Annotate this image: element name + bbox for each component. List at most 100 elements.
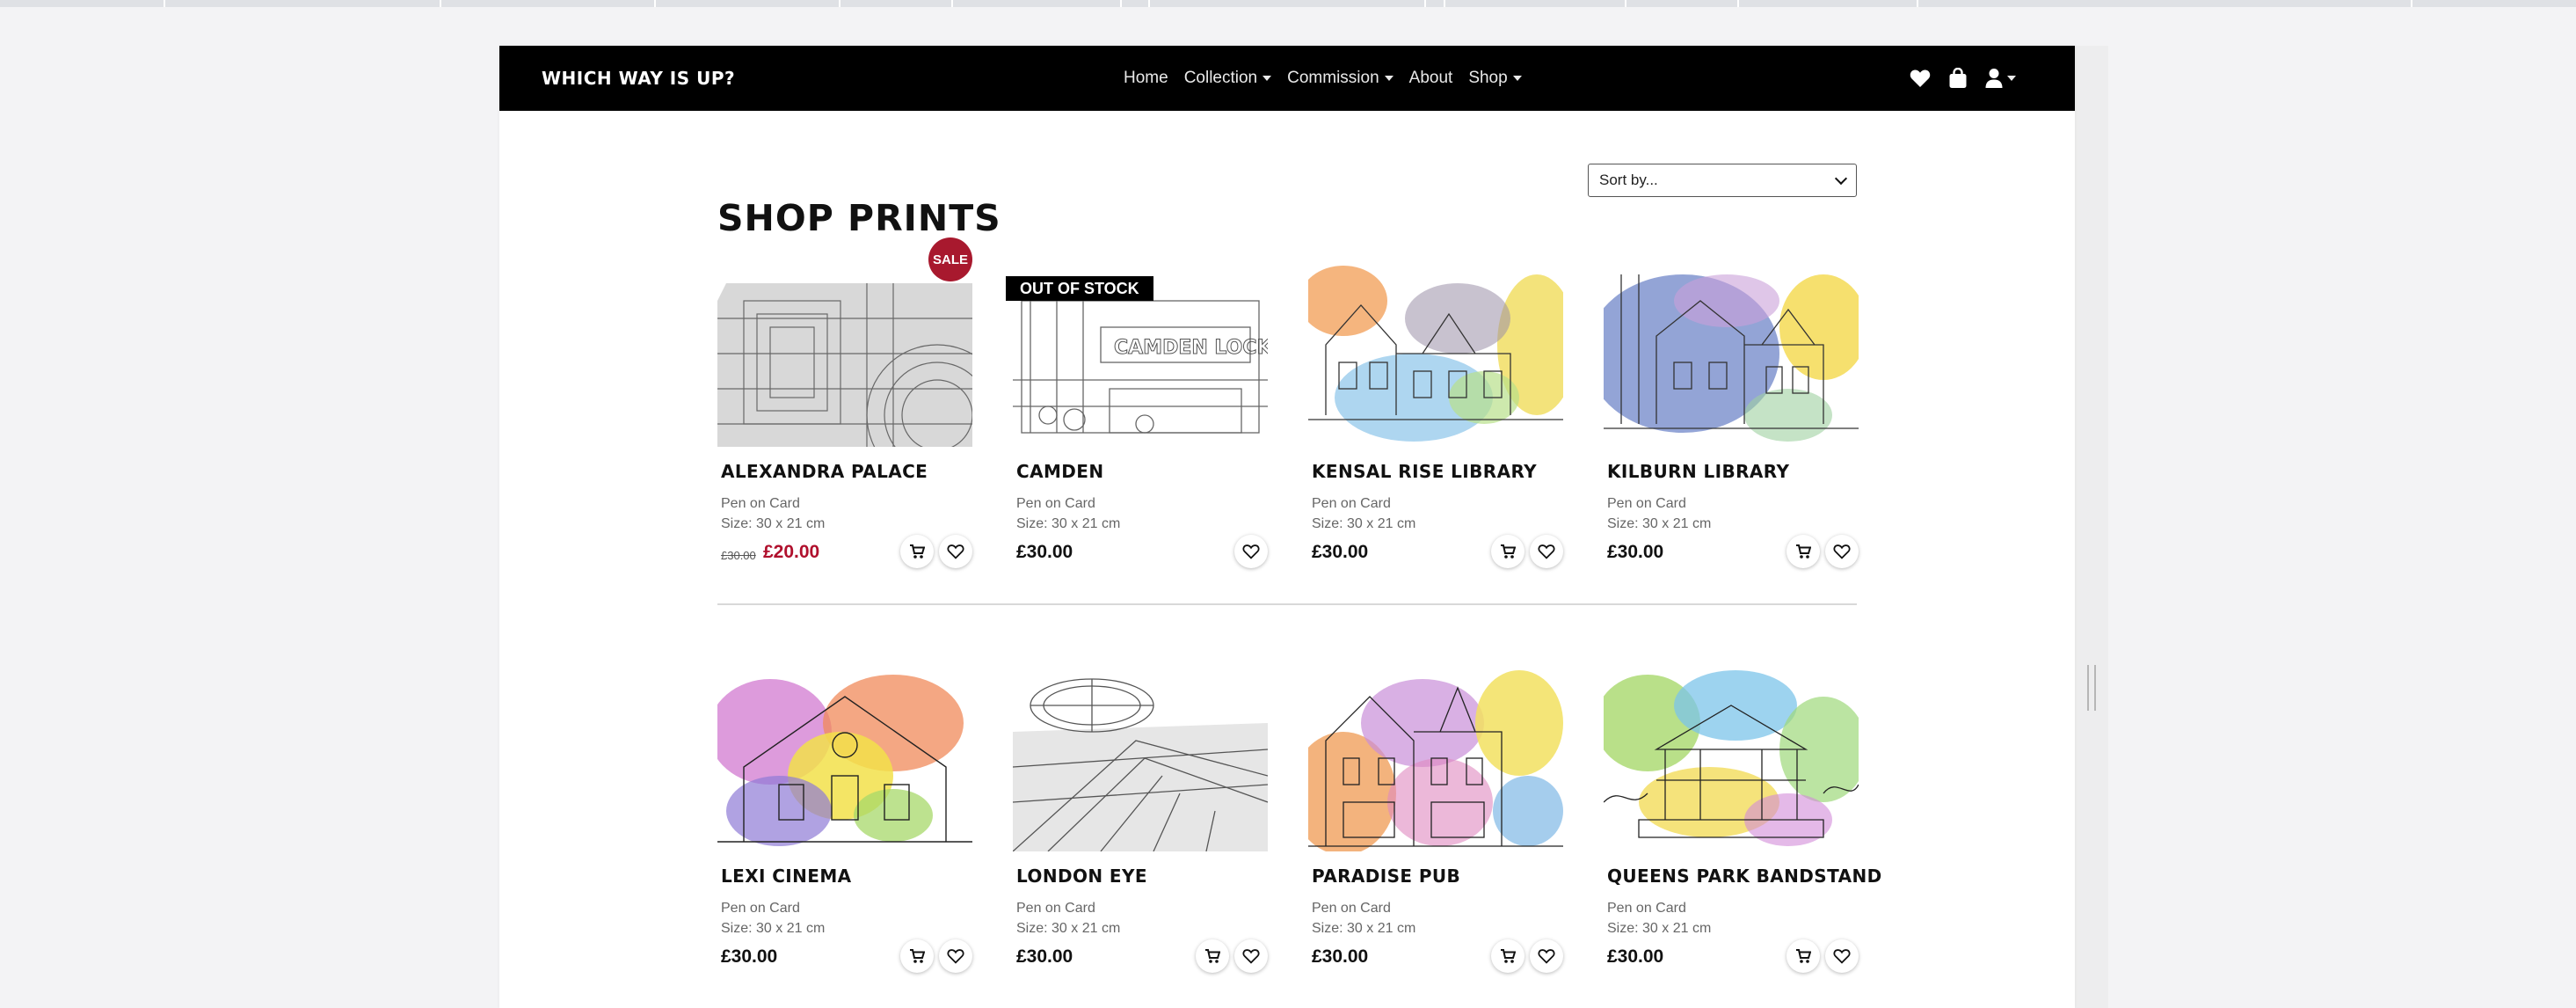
- product-medium: Pen on Card: [1312, 496, 1391, 511]
- cart-icon: [910, 544, 925, 559]
- resize-handle[interactable]: [2087, 665, 2096, 711]
- nav-collection[interactable]: Collection: [1183, 69, 1272, 88]
- caret-down-icon: [2007, 76, 2016, 81]
- product-card-paradise-pub[interactable]: PARADISE PUB Pen on Card Size: 30 x 21 c…: [1308, 670, 1563, 973]
- product-card-kensal-rise-library[interactable]: KENSAL RISE LIBRARY Pen on Card Size: 30…: [1308, 266, 1563, 568]
- nav-home-label: Home: [1124, 69, 1168, 87]
- product-image[interactable]: [1308, 266, 1563, 447]
- add-to-cart-button[interactable]: [1786, 939, 1820, 973]
- add-to-wishlist-button[interactable]: [939, 939, 972, 973]
- nav-about-label: About: [1408, 69, 1453, 87]
- nav-collection-label: Collection: [1183, 69, 1258, 87]
- cart-icon: [1205, 949, 1220, 963]
- cart-icon: [1796, 544, 1811, 559]
- heart-icon: [947, 544, 964, 559]
- heart-icon: [947, 949, 964, 964]
- product-size: Size: 30 x 21 cm: [1607, 921, 1712, 936]
- add-to-wishlist-button[interactable]: [1234, 939, 1268, 973]
- nav-commission-label: Commission: [1287, 69, 1379, 87]
- product-price: £30.00: [721, 946, 778, 967]
- product-image[interactable]: [1604, 670, 1859, 851]
- nav-links: Home Collection Commission About Shop: [1124, 46, 1522, 111]
- add-to-wishlist-button[interactable]: [1825, 939, 1859, 973]
- product-medium: Pen on Card: [1016, 901, 1095, 916]
- out-of-stock-badge: OUT OF STOCK: [1006, 276, 1153, 301]
- product-medium: Pen on Card: [1607, 496, 1686, 511]
- navbar: WHICH WAY IS UP? Home Collection Commiss…: [499, 46, 2075, 111]
- product-card-alexandra-palace[interactable]: SALE ALEXANDRA PALACE Pen on Card Size: …: [717, 237, 972, 568]
- add-to-wishlist-button[interactable]: [939, 535, 972, 568]
- product-image[interactable]: [717, 670, 972, 851]
- product-size: Size: 30 x 21 cm: [1016, 516, 1121, 531]
- add-to-cart-button[interactable]: [1491, 939, 1524, 973]
- page-title: SHOP PRINTS: [717, 197, 1001, 239]
- add-to-wishlist-button[interactable]: [1530, 535, 1563, 568]
- heart-icon: [1538, 544, 1555, 559]
- product-image[interactable]: [1308, 670, 1563, 851]
- product-size: Size: 30 x 21 cm: [1607, 516, 1712, 531]
- product-price: £30.00: [1607, 946, 1664, 967]
- product-name[interactable]: KILBURN LIBRARY: [1607, 461, 1789, 482]
- heart-icon: [1538, 949, 1555, 964]
- product-card-london-eye[interactable]: LONDON EYE Pen on Card Size: 30 x 21 cm …: [1013, 670, 1268, 973]
- add-to-wishlist-button[interactable]: [1234, 535, 1268, 568]
- product-card-camden[interactable]: CAMDEN LOCK OUT OF STOCK CAMDEN Pen on C…: [1006, 266, 1268, 568]
- add-to-cart-button[interactable]: [1786, 535, 1820, 568]
- product-price: £30.00: [1016, 946, 1073, 967]
- original-price: £30.00: [721, 549, 756, 562]
- add-to-wishlist-button[interactable]: [1530, 939, 1563, 973]
- product-name[interactable]: ALEXANDRA PALACE: [721, 461, 928, 482]
- page-container: WHICH WAY IS UP? Home Collection Commiss…: [499, 46, 2075, 1008]
- caret-down-icon: [1384, 76, 1394, 81]
- caret-down-icon: [1263, 76, 1272, 81]
- product-name[interactable]: PARADISE PUB: [1312, 866, 1460, 887]
- add-to-cart-button[interactable]: [1491, 535, 1524, 568]
- product-size: Size: 30 x 21 cm: [1312, 516, 1416, 531]
- product-name[interactable]: CAMDEN: [1016, 461, 1103, 482]
- product-medium: Pen on Card: [1312, 901, 1391, 916]
- product-image[interactable]: [1013, 670, 1268, 851]
- product-card-kilburn-library[interactable]: KILBURN LIBRARY Pen on Card Size: 30 x 2…: [1604, 266, 1859, 568]
- product-medium: Pen on Card: [721, 496, 800, 511]
- product-size: Size: 30 x 21 cm: [721, 516, 826, 531]
- sale-badge: SALE: [928, 237, 972, 281]
- product-medium: Pen on Card: [1016, 496, 1095, 511]
- product-size: Size: 30 x 21 cm: [721, 921, 826, 936]
- product-name[interactable]: KENSAL RISE LIBRARY: [1312, 461, 1537, 482]
- brand-logo[interactable]: WHICH WAY IS UP?: [542, 46, 735, 111]
- chevron-down-icon: [1834, 172, 1848, 185]
- caret-down-icon: [1512, 76, 1522, 81]
- product-name[interactable]: LEXI CINEMA: [721, 866, 852, 887]
- nav-shop-label: Shop: [1468, 69, 1508, 87]
- product-image[interactable]: [717, 266, 972, 447]
- add-to-cart-button[interactable]: [900, 535, 934, 568]
- nav-home[interactable]: Home: [1124, 69, 1168, 88]
- sort-select[interactable]: Sort by...: [1588, 164, 1857, 197]
- add-to-wishlist-button[interactable]: [1825, 535, 1859, 568]
- page-side-rail: [2075, 46, 2108, 1008]
- product-price: £30.00: [1607, 542, 1664, 562]
- add-to-cart-button[interactable]: [900, 939, 934, 973]
- product-name[interactable]: LONDON EYE: [1016, 866, 1147, 887]
- product-size: Size: 30 x 21 cm: [1016, 921, 1121, 936]
- user-menu[interactable]: [1985, 68, 2016, 89]
- product-card-queens-park-bandstand[interactable]: QUEENS PARK BANDSTAND Pen on Card Size: …: [1604, 670, 1881, 973]
- bag-icon[interactable]: [1948, 68, 1968, 89]
- user-icon: [1985, 69, 2003, 88]
- nav-shop[interactable]: Shop: [1468, 69, 1522, 88]
- product-medium: Pen on Card: [1607, 901, 1686, 916]
- cart-icon: [1796, 949, 1811, 963]
- product-price: £30.00: [1016, 542, 1073, 562]
- nav-about[interactable]: About: [1409, 69, 1453, 88]
- sale-price: £20.00: [763, 542, 820, 562]
- product-medium: Pen on Card: [721, 901, 800, 916]
- svg-text:CAMDEN LOCK: CAMDEN LOCK: [1114, 337, 1268, 359]
- nav-commission[interactable]: Commission: [1287, 69, 1394, 88]
- row-divider: [717, 603, 1857, 605]
- wishlist-heart-icon[interactable]: [1910, 69, 1931, 88]
- product-name[interactable]: QUEENS PARK BANDSTAND: [1607, 866, 1882, 887]
- product-image[interactable]: [1604, 266, 1859, 447]
- add-to-cart-button[interactable]: [1196, 939, 1229, 973]
- product-price: £30.00: [1312, 542, 1369, 562]
- product-card-lexi-cinema[interactable]: LEXI CINEMA Pen on Card Size: 30 x 21 cm…: [717, 670, 972, 973]
